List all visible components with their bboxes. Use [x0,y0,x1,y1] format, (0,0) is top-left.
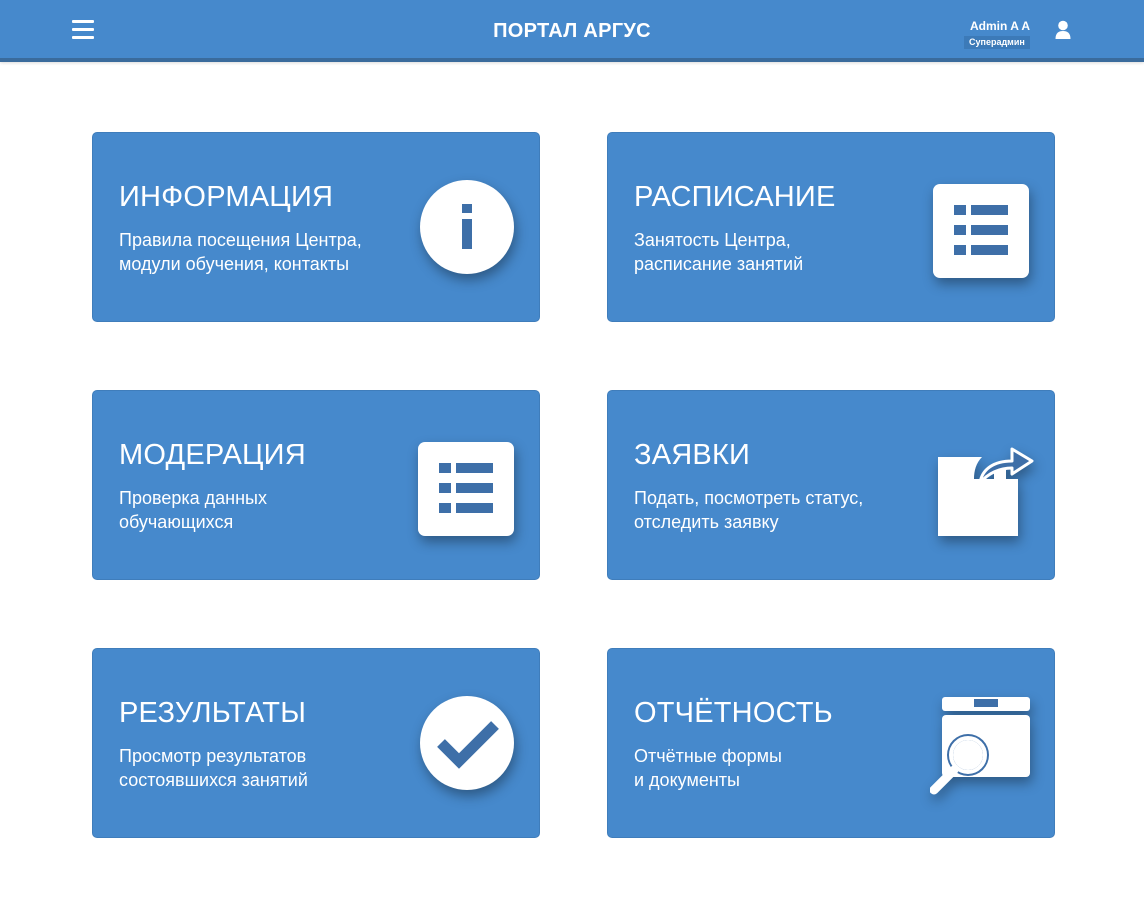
card-description: Правила посещения Центра, модули обучени… [119,228,399,276]
card-description-line: расписание занятий [634,254,804,274]
card-title: ЗАЯВКИ [634,439,751,471]
card-title: РАСПИСАНИЕ [634,181,836,213]
card-description-line: отследить заявку [634,512,779,532]
card-description-line: Проверка данных [119,488,267,508]
card-description-line: обучающихся [119,512,234,532]
card-description-line: Отчётные формы [634,746,782,766]
card-description-line: и документы [634,770,740,790]
card-description: Просмотр результатов состоявшихся заняти… [119,744,399,792]
card-information[interactable]: ИНФОРМАЦИЯ Правила посещения Центра, мод… [92,132,540,322]
card-title: РЕЗУЛЬТАТЫ [119,697,307,729]
card-title: МОДЕРАЦИЯ [119,439,306,471]
card-description: Занятость Центра, расписание занятий [634,228,914,276]
card-title: ОТЧЁТНОСТЬ [634,697,833,729]
card-description-line: Занятость Центра, [634,230,791,250]
card-description-line: Подать, посмотреть статус, [634,488,864,508]
top-navigation-bar: ПОРТАЛ АРГУС Admin A A Суперадмин [0,0,1144,62]
archive-search-icon [929,695,1034,800]
card-applications[interactable]: ЗАЯВКИ Подать, посмотреть статус, отслед… [607,390,1055,580]
card-description: Подать, посмотреть статус, отследить зая… [634,486,914,534]
card-title: ИНФОРМАЦИЯ [119,181,334,213]
share-arrow-icon [936,439,1034,542]
checkmark-icon [419,695,515,796]
list-icon [933,184,1029,285]
card-description-line: Просмотр результатов [119,746,307,766]
card-description: Отчётные формы и документы [634,744,914,792]
card-description-line: состоявшихся занятий [119,770,308,790]
user-name: Admin A A [970,19,1030,33]
card-reports[interactable]: ОТЧЁТНОСТЬ Отчётные формы и документы [607,648,1055,838]
card-description-line: модули обучения, контакты [119,254,350,274]
card-moderation[interactable]: МОДЕРАЦИЯ Проверка данных обучающихся [92,390,540,580]
card-results[interactable]: РЕЗУЛЬТАТЫ Просмотр результатов состоявш… [92,648,540,838]
card-description-line: Правила посещения Центра, [119,230,362,250]
user-role-badge: Суперадмин [964,36,1030,49]
card-description: Проверка данных обучающихся [119,486,399,534]
user-icon[interactable] [1054,20,1072,40]
info-icon [419,179,515,280]
list-icon [418,442,514,543]
card-schedule[interactable]: РАСПИСАНИЕ Занятость Центра, расписание … [607,132,1055,322]
hamburger-menu-icon[interactable] [72,20,94,40]
